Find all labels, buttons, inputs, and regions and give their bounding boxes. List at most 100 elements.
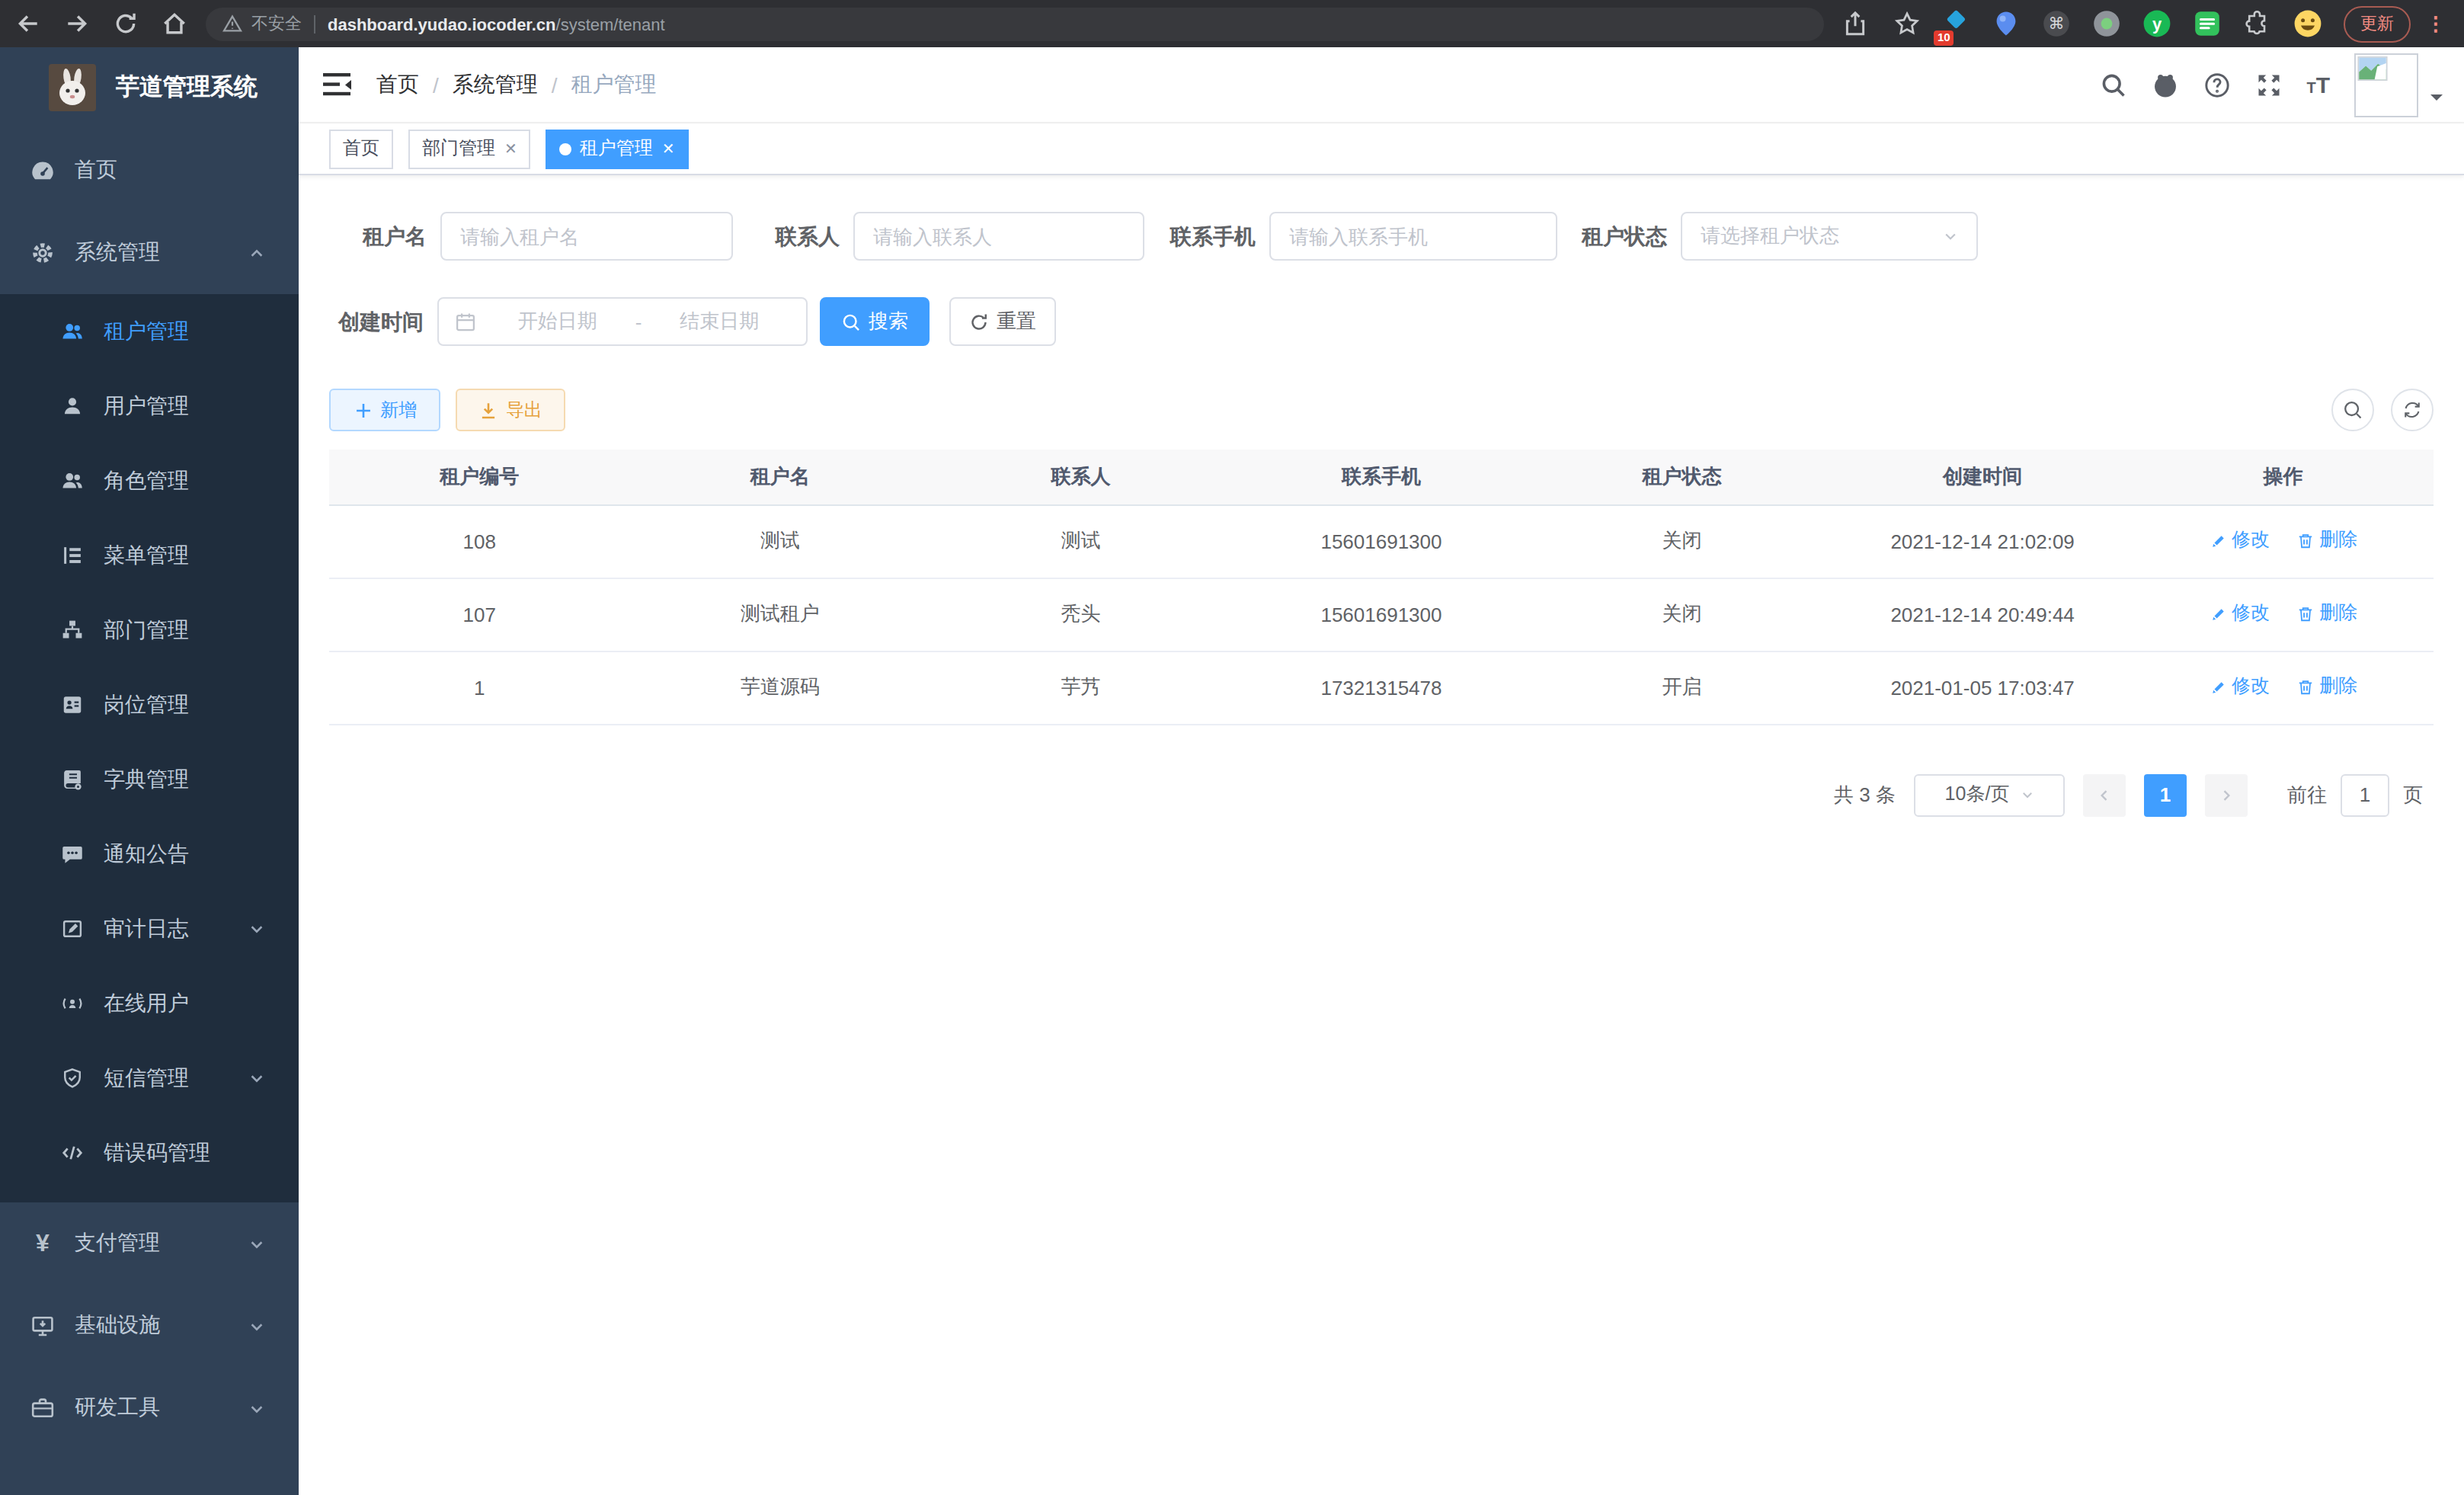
col-created: 创建时间 xyxy=(1832,450,2133,504)
plus-icon xyxy=(353,400,373,420)
page-1-button[interactable]: 1 xyxy=(2144,773,2187,816)
sidebar-item-tenant[interactable]: 租户管理 xyxy=(0,294,299,369)
date-range-input[interactable]: 开始日期 - 结束日期 xyxy=(437,297,808,346)
sidebar-item-role[interactable]: 角色管理 xyxy=(0,443,299,518)
delete-link[interactable]: 删除 xyxy=(2296,674,2357,700)
status-select[interactable]: 请选择租户状态 xyxy=(1681,212,1978,261)
update-button[interactable]: 更新 xyxy=(2344,5,2411,42)
extension-balloon-icon[interactable] xyxy=(1992,9,2021,38)
sidebar-item-label: 字典管理 xyxy=(104,766,189,793)
table-refresh-icon[interactable] xyxy=(2391,389,2434,431)
extension-green-y-icon[interactable]: y xyxy=(2142,9,2171,38)
reload-icon[interactable] xyxy=(113,11,139,37)
sidebar-item-label: 支付管理 xyxy=(75,1230,160,1257)
goto-page-input[interactable] xyxy=(2341,773,2389,816)
reset-button[interactable]: 重置 xyxy=(949,297,1056,346)
address-bar[interactable]: 不安全 dashboard.yudao.iocoder.cn/system/te… xyxy=(206,7,1824,40)
sidebar-item-home[interactable]: 首页 xyxy=(0,130,299,212)
delete-link[interactable]: 删除 xyxy=(2296,601,2357,627)
avatar[interactable] xyxy=(2354,53,2418,117)
sidebar-item-system[interactable]: 系统管理 xyxy=(0,212,299,294)
sidebar-item-label: 首页 xyxy=(75,157,117,184)
sidebar-item-errorcode[interactable]: 错误码管理 xyxy=(0,1116,299,1190)
export-button[interactable]: 导出 xyxy=(456,389,565,431)
sidebar-item-post[interactable]: 岗位管理 xyxy=(0,667,299,742)
sidebar: 芋道管理系统 首页 系统管理 租户管理 用户管理 xyxy=(0,47,299,1495)
sidebar-item-devtools[interactable]: 研发工具 xyxy=(0,1367,299,1449)
browser-menu-icon[interactable]: ⋮ xyxy=(2426,12,2446,35)
cell-status: 关闭 xyxy=(1531,578,1832,651)
dictionary-icon xyxy=(61,768,84,791)
delete-link[interactable]: 删除 xyxy=(2296,528,2357,554)
back-icon[interactable] xyxy=(15,11,41,37)
search-button[interactable]: 搜索 xyxy=(820,297,930,346)
sidebar-item-infra[interactable]: 基础设施 xyxy=(0,1285,299,1367)
sidebar-item-user[interactable]: 用户管理 xyxy=(0,369,299,443)
search-icon[interactable] xyxy=(2099,71,2126,98)
edit-link[interactable]: 修改 xyxy=(2209,528,2270,554)
fullscreen-icon[interactable] xyxy=(2254,71,2282,98)
cell-tenant-name: 测试租户 xyxy=(630,578,931,651)
date-start-placeholder: 开始日期 xyxy=(483,308,632,335)
github-icon[interactable] xyxy=(2151,71,2178,98)
table-tools xyxy=(2315,389,2434,431)
breadcrumb-home[interactable]: 首页 xyxy=(376,71,419,98)
breadcrumb-system[interactable]: 系统管理 xyxy=(453,71,538,98)
extension-gray-circle-icon[interactable] xyxy=(2092,9,2121,38)
extension-badge: 10 xyxy=(1934,30,1954,46)
forward-icon[interactable] xyxy=(64,11,90,37)
col-actions: 操作 xyxy=(2133,450,2434,504)
next-page-button[interactable] xyxy=(2205,773,2248,816)
system-submenu: 租户管理 用户管理 角色管理 菜单管理 部门管理 xyxy=(0,294,299,1202)
cell-actions: 修改 删除 xyxy=(2133,578,2434,651)
cell-status: 关闭 xyxy=(1531,504,1832,578)
sidebar-item-notice[interactable]: 通知公告 xyxy=(0,817,299,892)
prev-page-button[interactable] xyxy=(2083,773,2126,816)
avatar-dropdown-caret[interactable] xyxy=(2430,94,2443,106)
omnibox-separator xyxy=(314,14,315,33)
bookmark-star-icon[interactable] xyxy=(1894,11,1920,37)
pencil-icon xyxy=(2209,678,2227,696)
extension-chat-icon[interactable] xyxy=(2193,9,2222,38)
chevron-up-icon xyxy=(248,245,265,261)
tab-home[interactable]: 首页 xyxy=(329,129,393,168)
sidebar-item-audit[interactable]: 审计日志 xyxy=(0,892,299,966)
chevron-down-icon xyxy=(248,1400,265,1417)
tab-tenant[interactable]: 租户管理 ✕ xyxy=(546,129,689,168)
sidebar-item-payment[interactable]: ¥ 支付管理 xyxy=(0,1202,299,1285)
edit-link[interactable]: 修改 xyxy=(2209,601,2270,627)
edit-link[interactable]: 修改 xyxy=(2209,674,2270,700)
logo[interactable]: 芋道管理系统 xyxy=(0,47,299,126)
extensions-puzzle-icon[interactable] xyxy=(2243,9,2272,38)
help-icon[interactable] xyxy=(2203,71,2230,98)
sidebar-item-menu[interactable]: 菜单管理 xyxy=(0,518,299,593)
date-separator: - xyxy=(635,310,642,333)
extension-command-icon[interactable]: ⌘ xyxy=(2042,9,2071,38)
reset-button-label: 重置 xyxy=(997,308,1036,335)
tab-dept[interactable]: 部门管理 ✕ xyxy=(408,129,531,168)
sidebar-item-sms[interactable]: 短信管理 xyxy=(0,1041,299,1116)
share-icon[interactable] xyxy=(1842,11,1868,37)
col-phone: 联系手机 xyxy=(1231,450,1532,504)
table-toolbar: 新增 导出 xyxy=(329,389,2434,431)
sidebar-item-online[interactable]: 在线用户 xyxy=(0,966,299,1041)
phone-input[interactable] xyxy=(1289,225,1538,248)
dev-tools-icon xyxy=(30,1396,55,1420)
cell-tenant-id: 107 xyxy=(329,578,630,651)
add-button[interactable]: 新增 xyxy=(329,389,440,431)
cell-tenant-name: 测试 xyxy=(630,504,931,578)
extension-emoji-icon[interactable] xyxy=(2293,9,2322,38)
page-size-select[interactable]: 10条/页 xyxy=(1914,773,2065,816)
sidebar-item-dept[interactable]: 部门管理 xyxy=(0,593,299,667)
font-size-icon[interactable]: TT xyxy=(2306,72,2330,98)
tab-close-icon[interactable]: ✕ xyxy=(504,140,517,157)
sidebar-item-dict[interactable]: 字典管理 xyxy=(0,742,299,817)
tenant-name-input[interactable] xyxy=(460,225,713,248)
cell-contact: 芋艿 xyxy=(930,651,1231,724)
tab-close-icon[interactable]: ✕ xyxy=(662,140,675,157)
home-icon[interactable] xyxy=(162,11,187,37)
extension-diamond-icon[interactable]: 10 xyxy=(1941,9,1970,38)
sidebar-toggle-icon[interactable] xyxy=(323,72,352,98)
table-search-toggle-icon[interactable] xyxy=(2331,389,2374,431)
contact-input[interactable] xyxy=(873,225,1125,248)
